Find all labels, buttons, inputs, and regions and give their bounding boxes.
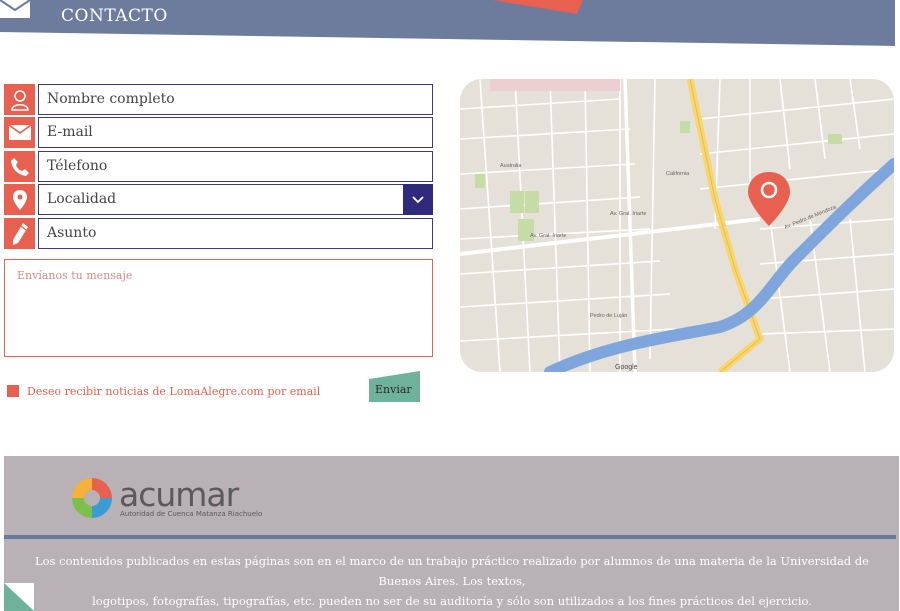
google-attribution: Google (615, 364, 638, 371)
pencil-icon (4, 218, 35, 249)
phone-field[interactable]: Télefono (4, 151, 433, 182)
message-textarea[interactable]: Envíanos tu mensaje (4, 259, 433, 357)
locality-select[interactable]: Localidad (4, 184, 433, 215)
envelope-icon (0, 0, 30, 18)
map-label-lujan: Pedro de Luján (590, 313, 627, 319)
chevron-down-icon[interactable] (403, 184, 433, 215)
logo-subtitle: Autoridad de Cuenca Matanza Riachuelo (120, 510, 263, 518)
locality-placeholder: Localidad (47, 191, 117, 207)
acumar-logo-mark (72, 478, 112, 518)
contact-header: CONTACTO (0, 0, 900, 50)
email-placeholder: E-mail (47, 124, 93, 140)
newsletter-checkbox[interactable] (7, 385, 19, 397)
name-field[interactable]: Nombre completo (4, 84, 433, 115)
map-label-california: California (666, 171, 690, 177)
map-label-iriarte: Av. Gral. Iriarte (530, 233, 566, 239)
site-footer: acumar Autoridad de Cuenca Matanza Riach… (4, 456, 899, 611)
newsletter-label: Deseo recibir noticias de LomaAlegre.com… (27, 385, 321, 398)
user-icon (4, 84, 35, 115)
message-placeholder: Envíanos tu mensaje (17, 269, 133, 282)
email-field[interactable]: E-mail (4, 117, 433, 148)
name-placeholder: Nombre completo (47, 91, 175, 107)
acumar-logo[interactable]: acumar Autoridad de Cuenca Matanza Riach… (70, 474, 263, 522)
subject-placeholder: Asunto (47, 225, 97, 241)
envelope-icon (4, 117, 35, 148)
location-map[interactable]: Australia Av. Gral. Iriarte Av. Gral. Ir… (460, 79, 894, 372)
subject-field[interactable]: Asunto (4, 218, 433, 249)
logo-wordmark: acumar (119, 475, 239, 514)
phone-icon (4, 151, 35, 182)
map-label-iriarte-2: Av. Gral. Iriarte (610, 211, 646, 217)
footer-disclaimer: Los contenidos publicados en estas págin… (14, 551, 890, 611)
send-label: Enviar (375, 383, 412, 396)
map-label-australia: Australia (500, 163, 522, 169)
send-button[interactable]: Enviar (369, 371, 420, 402)
disclaimer-line-1: Los contenidos publicados en estas págin… (35, 554, 869, 588)
page-title: CONTACTO (61, 6, 168, 26)
corner-decoration (4, 583, 34, 611)
phone-placeholder: Télefono (47, 158, 108, 174)
footer-divider (4, 535, 896, 539)
location-pin-icon (4, 184, 35, 215)
disclaimer-line-2: logotipos, fotografías, tipografías, etc… (92, 594, 812, 608)
